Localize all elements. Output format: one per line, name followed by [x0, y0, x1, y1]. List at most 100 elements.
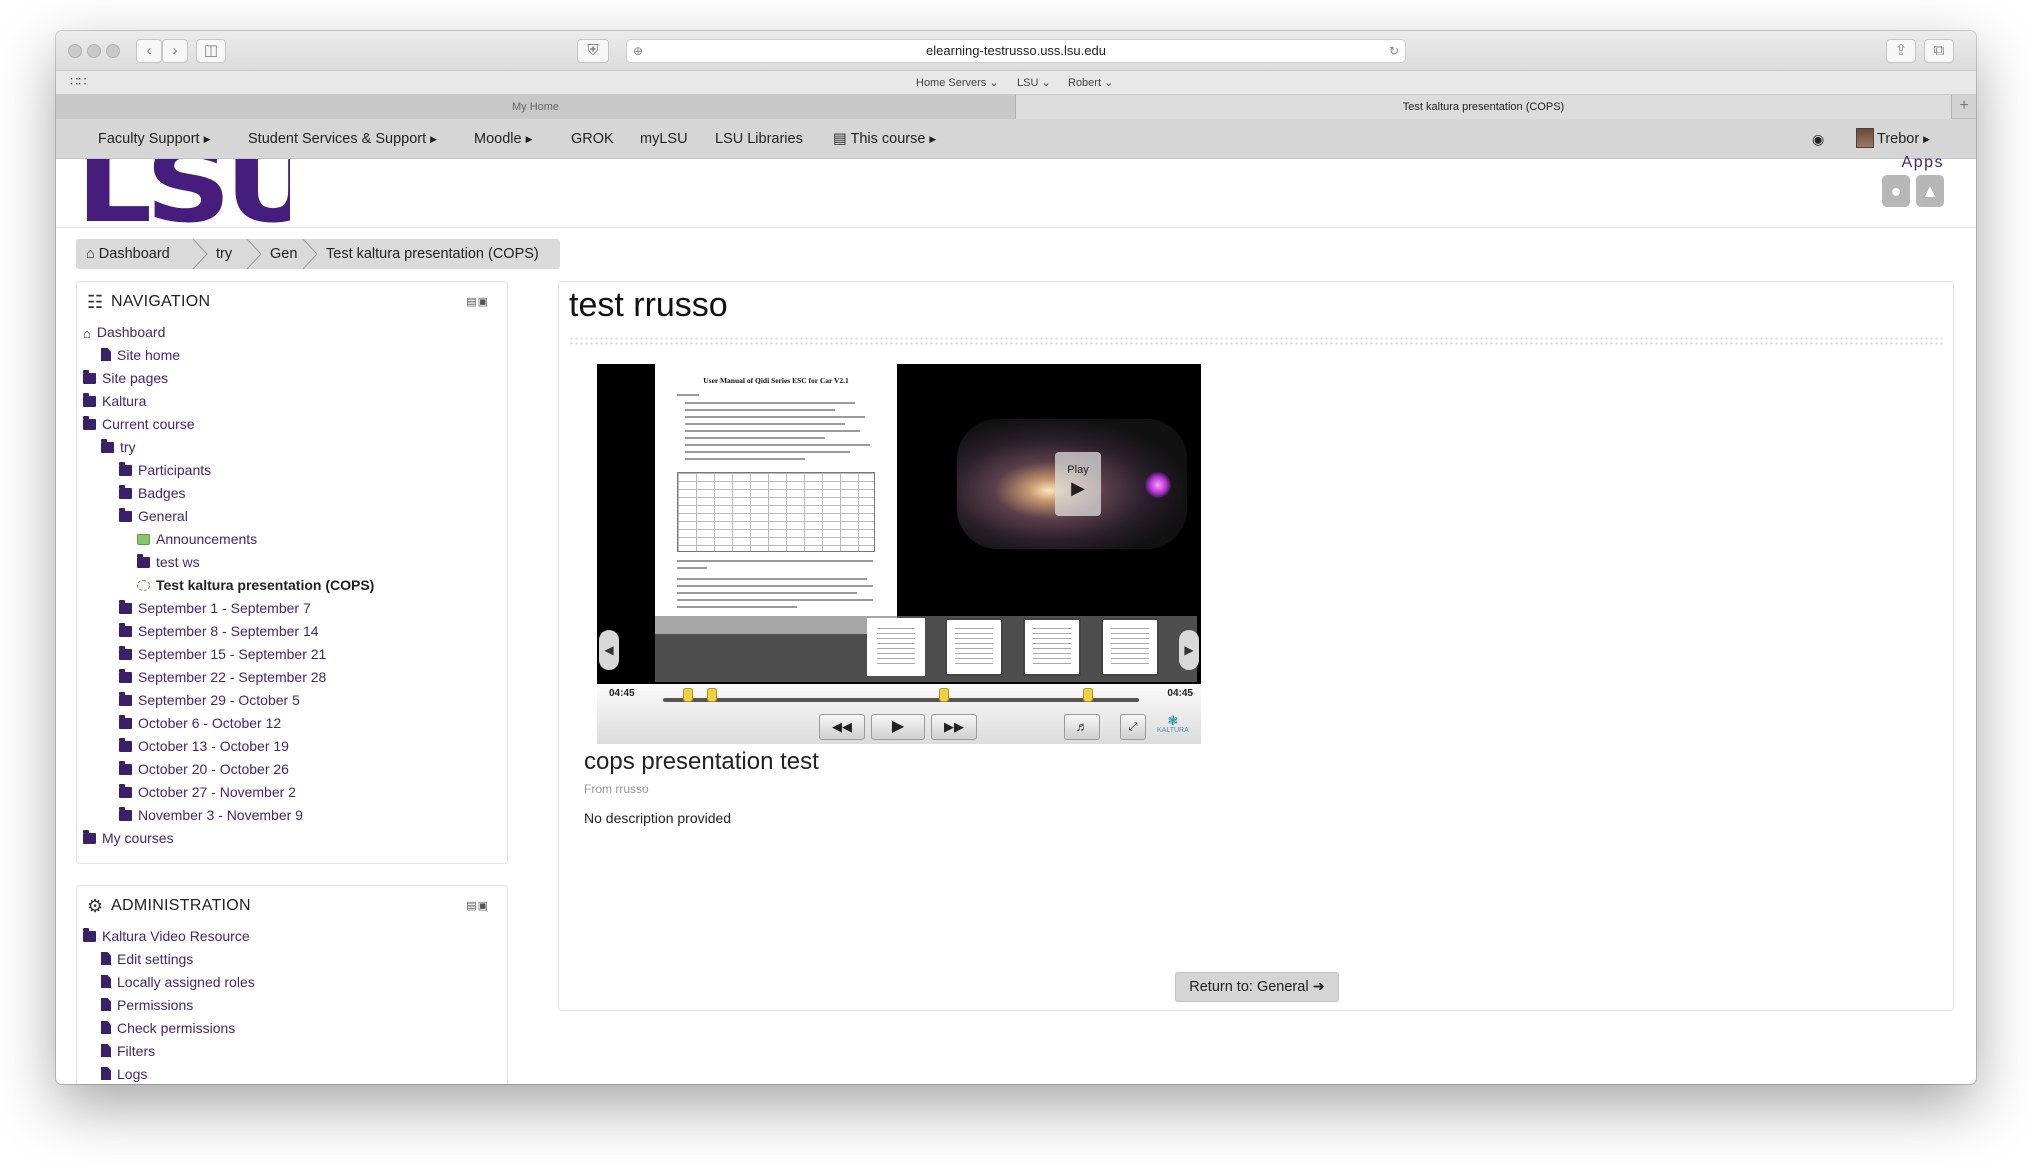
privacy-shield-icon[interactable]: ⛨ [577, 39, 609, 63]
chevron-left-icon[interactable]: ◀ [599, 630, 619, 670]
tree-item-logs[interactable]: Logs [101, 1066, 147, 1082]
tree-item-september-1-september-7[interactable]: September 1 - September 7 [119, 600, 311, 616]
kaltura-icon [137, 580, 150, 591]
tree-item-october-27-november-2[interactable]: October 27 - November 2 [119, 784, 296, 800]
minimize-window-button[interactable] [87, 44, 101, 58]
tree-item-dashboard[interactable]: ⌂ Dashboard [83, 324, 165, 341]
fullscreen-icon[interactable]: ⤢ [1120, 714, 1146, 740]
slide-thumbnail[interactable] [945, 618, 1003, 676]
menu-student-services[interactable]: Student Services & Support ▶ [248, 131, 437, 147]
address-bar[interactable]: ⊕ elearning-testrusso.uss.lsu.edu ↻ [626, 39, 1406, 63]
share-icon[interactable]: ⇪ [1886, 39, 1916, 63]
tree-item-test-ws[interactable]: test ws [137, 554, 200, 570]
breadcrumb-separator-icon [302, 239, 318, 269]
folder-open-icon [83, 928, 96, 942]
tree-item-general[interactable]: General [119, 508, 188, 524]
cue-point-marker[interactable] [683, 688, 693, 702]
home-icon: ⌂ [86, 246, 99, 262]
new-tab-button[interactable]: + [1951, 95, 1976, 119]
slide-thumbnail[interactable] [1101, 618, 1159, 676]
tree-item-site-home[interactable]: Site home [101, 347, 180, 363]
slide-thumbnail[interactable] [867, 618, 925, 676]
scrubber-bar[interactable] [663, 688, 1139, 702]
close-window-button[interactable] [68, 44, 82, 58]
tree-item-september-29-october-5[interactable]: September 29 - October 5 [119, 692, 300, 708]
slide-text-line [685, 451, 850, 453]
caret-right-icon: ▶ [203, 134, 211, 144]
menu-lsu-libraries[interactable]: LSU Libraries [715, 131, 803, 147]
tree-item-label: try [120, 439, 136, 455]
slide-text-line [677, 578, 867, 580]
rewind-button[interactable]: ◀◀ [819, 714, 865, 740]
tree-item-test-kaltura-presentation-cops[interactable]: Test kaltura presentation (COPS) [137, 577, 374, 593]
breadcrumb-dashboard[interactable]: ⌂ Dashboard [86, 246, 170, 262]
zoom-window-button[interactable] [106, 44, 120, 58]
tabs-overview-icon[interactable]: ⧉ [1924, 39, 1954, 63]
bookmark-robert[interactable]: Robert ⌄ [1068, 76, 1113, 89]
tree-item-september-22-september-28[interactable]: September 22 - September 28 [119, 669, 326, 685]
menu-grok[interactable]: GROK [571, 131, 614, 147]
grid-icon[interactable]: ∷∷ [70, 74, 87, 90]
volume-icon[interactable]: ♬ [1064, 714, 1100, 740]
chevron-right-icon[interactable]: ▶ [1179, 630, 1199, 670]
tab-kaltura-presentation[interactable]: Test kaltura presentation (COPS) [1016, 95, 1951, 119]
tree-item-kaltura-video-resource[interactable]: Kaltura Video Resource [83, 928, 250, 944]
slide-text-line [677, 560, 873, 562]
bookmark-lsu[interactable]: LSU ⌄ [1017, 76, 1051, 89]
kaltura-video-player[interactable]: User Manual of Qidi Series ESC for Car V… [597, 364, 1201, 744]
tree-item-locally-assigned-roles[interactable]: Locally assigned roles [101, 974, 255, 990]
breadcrumb-try[interactable]: try [216, 246, 232, 262]
bookmark-home-servers[interactable]: Home Servers ⌄ [916, 76, 999, 89]
tree-item-september-15-september-21[interactable]: September 15 - September 21 [119, 646, 326, 662]
tree-item-october-6-october-12[interactable]: October 6 - October 12 [119, 715, 281, 731]
tree-item-permissions[interactable]: Permissions [101, 997, 193, 1013]
add-bookmark-icon[interactable]: ⊕ [633, 40, 643, 62]
lsu-logo[interactable]: LSU [76, 159, 290, 225]
cue-point-marker[interactable] [939, 688, 949, 702]
tree-item-try[interactable]: try [101, 439, 136, 455]
apple-app-icon[interactable]: ● [1882, 175, 1910, 207]
cue-point-marker[interactable] [1083, 688, 1093, 702]
reload-icon[interactable]: ↻ [1389, 40, 1399, 62]
notifications-icon[interactable]: ◉ [1812, 131, 1824, 148]
menu-moodle[interactable]: Moodle ▶ [474, 131, 532, 147]
fast-forward-button[interactable]: ▶▶ [931, 714, 977, 740]
tree-item-kaltura[interactable]: Kaltura [83, 393, 146, 409]
android-app-icon[interactable]: ▲ [1916, 175, 1944, 207]
back-button[interactable]: ‹ [136, 39, 162, 63]
menu-this-course[interactable]: ▤ This course ▶ [833, 131, 936, 147]
tree-item-edit-settings[interactable]: Edit settings [101, 951, 193, 967]
tree-item-my-courses[interactable]: My courses [83, 830, 174, 846]
cue-point-marker[interactable] [707, 688, 717, 702]
file-icon [101, 975, 111, 988]
breadcrumb-gen[interactable]: Gen [270, 246, 297, 262]
menu-faculty-support[interactable]: Faculty Support ▶ [98, 131, 210, 147]
tree-item-september-8-september-14[interactable]: September 8 - September 14 [119, 623, 319, 639]
tree-item-october-13-october-19[interactable]: October 13 - October 19 [119, 738, 289, 754]
time-elapsed: 04:45 [609, 688, 635, 699]
tree-item-badges[interactable]: Badges [119, 485, 185, 501]
user-menu[interactable]: Trebor ▶ [1856, 128, 1930, 148]
tree-item-current-course[interactable]: Current course [83, 416, 195, 432]
tree-item-october-20-october-26[interactable]: October 20 - October 26 [119, 761, 289, 777]
slide-text-line [685, 458, 805, 460]
slide-thumbnail[interactable] [1023, 618, 1081, 676]
play-overlay-button[interactable]: Play ▶ [1055, 452, 1101, 516]
menu-mylsu[interactable]: myLSU [640, 131, 688, 147]
tree-item-check-permissions[interactable]: Check permissions [101, 1020, 235, 1036]
tab-my-home[interactable]: My Home [56, 95, 1016, 119]
sidebar-toggle-icon[interactable]: ◫ [196, 39, 226, 63]
block-controls-icon[interactable]: ▤▣ [466, 899, 489, 912]
tree-item-announcements[interactable]: Announcements [137, 531, 257, 547]
tree-item-november-3-november-9[interactable]: November 3 - November 9 [119, 807, 303, 823]
tree-item-site-pages[interactable]: Site pages [83, 370, 168, 386]
browser-titlebar: ‹ › ◫ ⛨ ⊕ elearning-testrusso.uss.lsu.ed… [56, 31, 1976, 71]
forward-button[interactable]: › [162, 39, 188, 63]
block-controls-icon[interactable]: ▤▣ [466, 295, 489, 308]
kaltura-star-icon: ❃ [1167, 713, 1179, 728]
play-button[interactable]: ▶ [871, 714, 925, 740]
tree-item-participants[interactable]: Participants [119, 462, 211, 478]
return-to-general-button[interactable]: Return to: General ➜ [1175, 972, 1339, 1002]
folder-icon [83, 393, 96, 407]
tree-item-filters[interactable]: Filters [101, 1043, 155, 1059]
